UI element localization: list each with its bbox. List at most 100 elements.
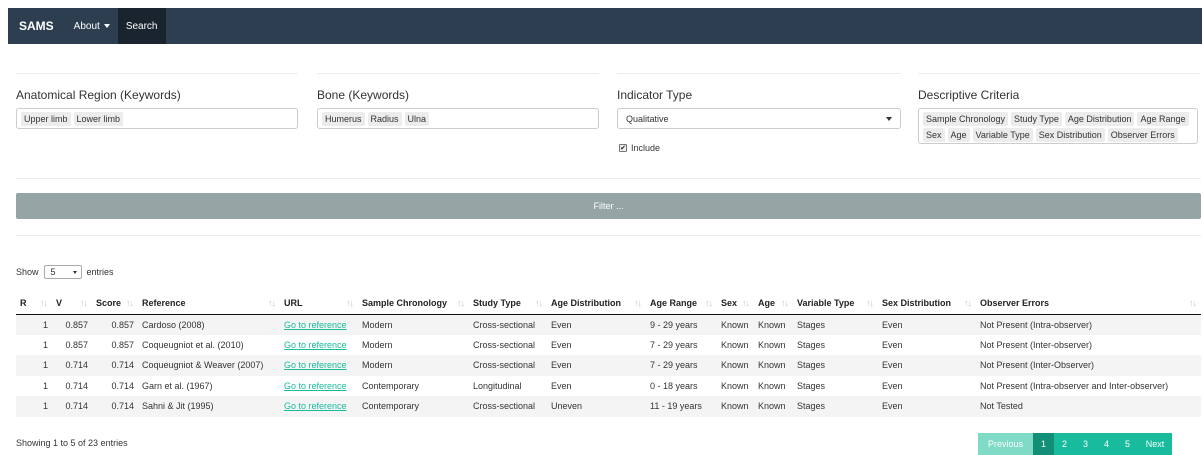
table-row: 1 0.857 0.857 Cardoso (2008) Go to refer… xyxy=(16,314,1201,335)
descriptive-criteria-input[interactable]: Sample Chronology Study Type Age Distrib… xyxy=(918,108,1198,144)
show-label: Show xyxy=(16,267,39,277)
keyword-tag[interactable]: Radius xyxy=(367,111,402,126)
page-button-4[interactable]: 4 xyxy=(1096,433,1117,455)
criteria-tag[interactable]: Age xyxy=(947,128,970,142)
cell-r: 1 xyxy=(42,360,48,371)
keyword-tag[interactable]: Humerus xyxy=(322,111,365,126)
page-length-select[interactable]: 5 xyxy=(43,265,82,279)
length-menu: Show 5 entries xyxy=(16,265,114,279)
indicator-type-label: Indicator Type xyxy=(617,88,693,102)
cell-study-type: Longitudinal xyxy=(473,380,522,391)
cell-age-range: 7 - 29 years xyxy=(650,360,698,371)
cell-variable-type: Stages xyxy=(797,360,826,371)
page-button-3[interactable]: 3 xyxy=(1075,433,1096,455)
previous-page-button[interactable]: Previous xyxy=(978,433,1033,455)
cell-age: Known xyxy=(758,319,786,330)
column-header-score[interactable]: Score ↑↓ xyxy=(92,292,138,315)
cell-variable-type: Stages xyxy=(797,380,826,391)
column-header-sex-distribution[interactable]: Sex Distribution ↑↓ xyxy=(878,292,976,315)
page-button-1[interactable]: 1 xyxy=(1033,433,1054,455)
bone-input[interactable]: Humerus Radius Ulna xyxy=(317,108,599,129)
cell-sample-chronology: Modern xyxy=(362,360,393,371)
anatomical-region-label: Anatomical Region (Keywords) xyxy=(16,88,181,102)
criteria-tag[interactable]: Age Range xyxy=(1137,112,1189,126)
criteria-tag[interactable]: Study Type xyxy=(1011,112,1062,126)
table-row: 1 0.714 0.714 Garn et al. (1967) Go to r… xyxy=(16,376,1201,397)
cell-sample-chronology: Contemporary xyxy=(362,380,420,391)
cell-r: 1 xyxy=(42,380,48,391)
cell-sex: Known xyxy=(721,339,749,350)
keyword-tag[interactable]: Ulna xyxy=(404,111,430,126)
chevron-down-icon xyxy=(72,270,77,274)
entries-label: entries xyxy=(86,267,114,277)
reference-link[interactable]: Go to reference xyxy=(284,381,347,391)
cell-age-range: 11 - 19 years xyxy=(650,401,702,412)
sort-icon: ↑↓ xyxy=(705,297,713,308)
filter-button[interactable]: Filter ... xyxy=(16,193,1201,219)
nav-about[interactable]: About xyxy=(66,8,118,44)
cell-v: 0.714 xyxy=(65,360,88,371)
column-header-age[interactable]: Age ↑↓ xyxy=(754,292,793,315)
indicator-type-select[interactable]: Qualitative xyxy=(617,108,901,129)
cell-url: Go to reference xyxy=(280,376,358,397)
include-checkbox[interactable]: ✔ xyxy=(619,144,627,152)
chevron-down-icon xyxy=(886,116,892,121)
cell-variable-type: Stages xyxy=(797,401,826,412)
cell-sex: Known xyxy=(721,380,749,391)
criteria-tag[interactable]: Observer Errors xyxy=(1107,128,1178,142)
reference-link[interactable]: Go to reference xyxy=(284,320,347,330)
table-row: 1 0.714 0.714 Sahni & Jit (1995) Go to r… xyxy=(16,396,1201,417)
cell-age-range: 9 - 29 years xyxy=(650,319,698,330)
sort-icon: ↑↓ xyxy=(346,297,354,308)
sort-icon: ↑↓ xyxy=(126,297,134,308)
cell-v: 0.857 xyxy=(65,339,88,350)
sort-icon: ↑↓ xyxy=(866,297,874,308)
cell-v: 0.714 xyxy=(65,401,88,412)
cell-sex: Known xyxy=(721,360,749,371)
next-page-button[interactable]: Next xyxy=(1138,433,1172,455)
cell-sex: Known xyxy=(721,319,749,330)
anatomical-region-input[interactable]: Upper limb Lower limb xyxy=(16,108,298,129)
divider xyxy=(16,73,298,74)
reference-link[interactable]: Go to reference xyxy=(284,401,347,411)
column-header-v[interactable]: V ↑↓ xyxy=(52,292,92,315)
page-button-2[interactable]: 2 xyxy=(1054,433,1075,455)
keyword-tag[interactable]: Upper limb xyxy=(21,111,71,126)
column-header-url[interactable]: URL ↑↓ xyxy=(280,292,358,315)
nav-search[interactable]: Search xyxy=(117,8,166,44)
cell-age-distribution: Even xyxy=(551,360,572,371)
column-header-r[interactable]: R ↑↓ xyxy=(16,292,52,315)
criteria-tag[interactable]: Sample Chronology xyxy=(923,112,1009,126)
cell-url: Go to reference xyxy=(280,396,358,417)
column-header-study-type[interactable]: Study Type ↑↓ xyxy=(469,292,547,315)
column-header-age-distribution[interactable]: Age Distribution ↑↓ xyxy=(547,292,646,315)
criteria-tag[interactable]: Variable Type xyxy=(972,128,1033,142)
cell-score: 0.857 xyxy=(111,339,134,350)
descriptive-criteria-label: Descriptive Criteria xyxy=(918,88,1020,102)
column-header-variable-type[interactable]: Variable Type ↑↓ xyxy=(793,292,878,315)
sort-icon: ↑↓ xyxy=(634,297,642,308)
cell-study-type: Cross-sectional xyxy=(473,401,536,412)
reference-link[interactable]: Go to reference xyxy=(284,340,347,350)
reference-link[interactable]: Go to reference xyxy=(284,360,347,370)
cell-age: Known xyxy=(758,401,786,412)
column-header-age-range[interactable]: Age Range ↑↓ xyxy=(646,292,717,315)
criteria-tag[interactable]: Sex xyxy=(923,128,945,142)
keyword-tag[interactable]: Lower limb xyxy=(73,111,124,126)
column-header-sample-chronology[interactable]: Sample Chronology ↑↓ xyxy=(358,292,469,315)
column-header-reference[interactable]: Reference ↑↓ xyxy=(138,292,280,315)
page-length-value: 5 xyxy=(50,267,56,277)
table-header-row: R ↑↓ V ↑↓ Score ↑↓ Reference ↑↓ URL ↑↓ Sample… xyxy=(16,292,1201,315)
divider xyxy=(317,73,599,74)
cell-observer-errors: Not Present (Inter-Observer) xyxy=(980,360,1095,371)
cell-observer-errors: Not Tested xyxy=(980,401,1023,412)
criteria-tag[interactable]: Sex Distribution xyxy=(1035,128,1105,142)
column-header-sex[interactable]: Sex ↑↓ xyxy=(717,292,754,315)
cell-age-range: 7 - 29 years xyxy=(650,339,698,350)
column-header-observer-errors[interactable]: Observer Errors ↑↓ xyxy=(976,292,1201,315)
brand[interactable]: SAMS xyxy=(8,8,66,44)
cell-variable-type: Stages xyxy=(797,339,826,350)
criteria-tag[interactable]: Age Distribution xyxy=(1064,112,1135,126)
page-button-5[interactable]: 5 xyxy=(1117,433,1138,455)
cell-score: 0.857 xyxy=(111,319,134,330)
